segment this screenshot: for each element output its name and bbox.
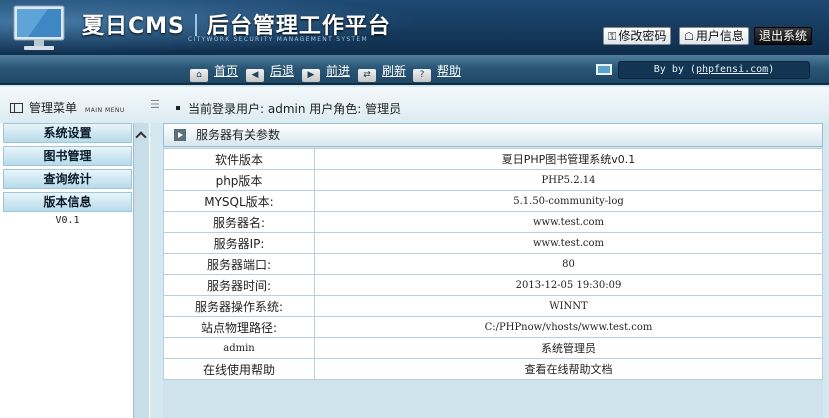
table-row: php版本 PHP5.2.14 bbox=[163, 169, 823, 191]
row-key: php版本 bbox=[163, 169, 315, 191]
home-icon: ⌂ bbox=[190, 69, 208, 82]
table-row: 服务器名: www.test.com bbox=[163, 211, 823, 233]
panel-title-bar: 服务器有关参数 bbox=[163, 123, 823, 147]
help-doc-link[interactable]: 查看在线帮助文档 bbox=[314, 358, 823, 380]
row-key: 服务器IP: bbox=[163, 232, 315, 254]
row-value: WINNT bbox=[314, 295, 823, 317]
brand-cms: 夏日CMS bbox=[82, 14, 185, 39]
table-row: 软件版本 夏日PHP图书管理系统v0.1 bbox=[163, 148, 823, 170]
row-key: 站点物理路径: bbox=[163, 316, 315, 338]
row-value: www.test.com bbox=[314, 232, 823, 254]
sidebar-gutter bbox=[150, 123, 160, 418]
table-row: MYSQL版本: 5.1.50-community-log bbox=[163, 190, 823, 212]
row-key: 服务器端口: bbox=[163, 253, 315, 275]
server-info-panel: 服务器有关参数 软件版本 夏日PHP图书管理系统v0.1 php版本 PHP5.… bbox=[163, 123, 823, 418]
brand-separator bbox=[194, 14, 197, 36]
panel-title: 服务器有关参数 bbox=[196, 128, 281, 142]
row-value: 2013-12-05 19:30:09 bbox=[314, 274, 823, 296]
row-key: 在线使用帮助 bbox=[163, 358, 315, 380]
row-value: 5.1.50-community-log bbox=[314, 190, 823, 212]
table-row: 服务器操作系统: WINNT bbox=[163, 295, 823, 317]
nav-forward-label: 前进 bbox=[326, 64, 351, 78]
row-key: 软件版本 bbox=[163, 148, 315, 170]
table-row: 服务器时间: 2013-12-05 19:30:09 bbox=[163, 274, 823, 296]
change-password-label: 修改密码 bbox=[618, 29, 667, 43]
screen-icon[interactable] bbox=[596, 64, 612, 75]
row-value: 系统管理员 bbox=[314, 337, 823, 359]
current-user-info: 当前登录用户: admin 用户角色: 管理员 bbox=[176, 100, 401, 117]
row-key: admin bbox=[163, 337, 315, 359]
row-value: 80 bbox=[314, 253, 823, 275]
sidebar-item-query-stats[interactable]: 查询统计 bbox=[3, 169, 132, 189]
table-row: 服务器IP: www.test.com bbox=[163, 232, 823, 254]
user-info-button[interactable]: ☖ 用户信息 bbox=[679, 27, 749, 45]
menu-icon bbox=[10, 103, 23, 113]
nav-help-label: 帮助 bbox=[437, 64, 462, 78]
row-key: 服务器名: bbox=[163, 211, 315, 233]
row-key: 服务器操作系统: bbox=[163, 295, 315, 317]
row-value: www.test.com bbox=[314, 211, 823, 233]
arrow-right-icon: ▶ bbox=[302, 69, 320, 82]
monitor-icon bbox=[13, 5, 65, 50]
menu-title: 管理菜单 bbox=[29, 101, 78, 115]
change-password-button[interactable]: ⚿ 修改密码 bbox=[603, 27, 672, 45]
nav-home-label: 首页 bbox=[214, 64, 239, 78]
row-key: MYSQL版本: bbox=[163, 190, 315, 212]
logout-label: 退出系统 bbox=[759, 29, 808, 43]
nav-back-label: 后退 bbox=[270, 64, 295, 78]
sidebar-item-book-management[interactable]: 图书管理 bbox=[3, 146, 132, 166]
byline: By by (phpfensi.com) bbox=[618, 61, 810, 79]
menu-header: 管理菜单 MAIN MENU bbox=[10, 99, 125, 116]
nav-refresh-label: 刷新 bbox=[382, 64, 407, 78]
server-info-table: 软件版本 夏日PHP图书管理系统v0.1 php版本 PHP5.2.14 MYS… bbox=[163, 148, 823, 380]
app-header: 夏日CMS 后台管理工作平台 CITYWORK SECURITY MANAGEME… bbox=[0, 0, 829, 55]
table-row: 在线使用帮助 查看在线帮助文档 bbox=[163, 358, 823, 380]
row-value: C:/PHPnow/vhosts/www.test.com bbox=[314, 316, 823, 338]
refresh-icon: ⇄ bbox=[358, 69, 376, 82]
sidebar-item-system-settings[interactable]: 系统设置 bbox=[3, 123, 132, 143]
nav-back[interactable]: ◀ 后退 bbox=[246, 62, 294, 82]
byline-suffix: ) bbox=[768, 64, 775, 75]
byline-prefix: By by ( bbox=[653, 64, 696, 75]
nav-forward[interactable]: ▶ 前进 bbox=[302, 62, 350, 82]
nav-home[interactable]: ⌂ 首页 bbox=[190, 62, 238, 82]
menu-title-en: MAIN MENU bbox=[85, 107, 125, 114]
user-icon: ☖ bbox=[684, 30, 694, 43]
row-key: 服务器时间: bbox=[163, 274, 315, 296]
table-row: 站点物理路径: C:/PHPnow/vhosts/www.test.com bbox=[163, 316, 823, 338]
table-row: admin 系统管理员 bbox=[163, 337, 823, 359]
nav-bar: ⌂ 首页 ◀ 后退 ▶ 前进 ⇄ 刷新 ? 帮助 By by (phpfensi.com) bbox=[0, 55, 829, 85]
table-row: 服务器端口: 80 bbox=[163, 253, 823, 275]
bullet-icon bbox=[176, 106, 180, 110]
brand-subtitle: CITYWORK SECURITY MANAGEMENT SYSTEM bbox=[188, 36, 368, 43]
nav-help[interactable]: ? 帮助 bbox=[413, 62, 461, 82]
byline-link[interactable]: phpfensi.com bbox=[696, 64, 768, 75]
current-user-text: 当前登录用户: admin 用户角色: 管理员 bbox=[188, 102, 402, 116]
logout-button[interactable]: 退出系统 bbox=[754, 27, 813, 45]
sidebar: 系统设置 图书管理 查询统计 版本信息 V0.1 bbox=[0, 123, 160, 418]
chevron-up-icon[interactable] bbox=[135, 131, 147, 143]
user-info-label: 用户信息 bbox=[695, 29, 744, 43]
panel-footer bbox=[163, 398, 823, 418]
nav-refresh[interactable]: ⇄ 刷新 bbox=[358, 62, 406, 82]
play-icon bbox=[174, 129, 186, 141]
row-value: PHP5.2.14 bbox=[314, 169, 823, 191]
version-text: V0.1 bbox=[55, 215, 80, 226]
menu-grip-icon[interactable]: ☰ bbox=[150, 98, 160, 111]
arrow-left-icon: ◀ bbox=[246, 69, 264, 82]
sidebar-item-version-info[interactable]: 版本信息 bbox=[3, 192, 132, 212]
row-value: 夏日PHP图书管理系统v0.1 bbox=[314, 148, 823, 170]
status-strip: 管理菜单 MAIN MENU ☰ 当前登录用户: admin 用户角色: 管理员 bbox=[0, 87, 829, 123]
question-icon: ? bbox=[413, 69, 431, 82]
key-icon: ⚿ bbox=[608, 30, 617, 43]
sidebar-scrollbar[interactable] bbox=[133, 123, 149, 418]
